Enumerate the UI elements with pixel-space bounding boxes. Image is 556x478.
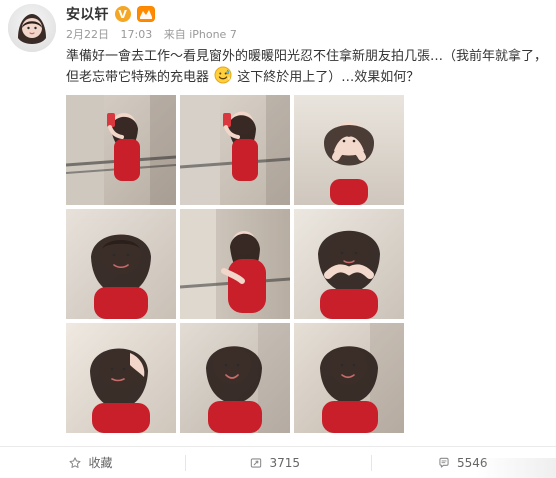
avatar-image: [8, 4, 56, 52]
photo-1-image: [66, 95, 176, 205]
watermark-fade: [476, 458, 556, 478]
sweat-smile-emoji: [214, 66, 232, 84]
photo-5[interactable]: [180, 209, 290, 319]
photo-7[interactable]: [66, 323, 176, 433]
author-name[interactable]: 安以轩: [66, 4, 109, 24]
post-source[interactable]: 来自 iPhone 7: [164, 28, 237, 41]
post-date: 2月22日: [66, 28, 109, 41]
star-outline-icon: [68, 456, 82, 470]
repost-icon: [249, 456, 263, 470]
post-text: 準備好一會去工作～看見窗外的暖暖阳光忍不住拿新朋友拍几張…（我前年就拿了，但老忘…: [66, 47, 550, 87]
photo-5-image: [180, 209, 290, 319]
comment-glyph: [439, 457, 449, 468]
photo-3-image: [294, 95, 404, 205]
image-grid: [66, 95, 404, 435]
repost-button[interactable]: 3715: [241, 452, 308, 474]
photo-2[interactable]: [180, 95, 290, 205]
photo-6-image: [294, 209, 404, 319]
level-badge-icon: [136, 6, 155, 22]
avatar[interactable]: [8, 4, 56, 52]
repost-glyph: [251, 457, 262, 468]
sweat-smile-icon: [214, 66, 232, 84]
favorite-button[interactable]: 收藏: [60, 452, 120, 474]
post-meta: 2月22日 17:03 来自 iPhone 7: [66, 26, 546, 42]
post-actions: 收藏 3715 5546: [0, 447, 556, 478]
photo-3[interactable]: [294, 95, 404, 205]
photo-4[interactable]: [66, 209, 176, 319]
level-badge-glyph: [139, 10, 152, 19]
weibo-post: 安以轩 V 2月22日 17:03 来自 iPhone 7 準備好一會去工作～看…: [0, 0, 556, 478]
photo-9-image: [294, 323, 404, 433]
author-row: 安以轩 V: [66, 5, 546, 23]
post-time: 17:03: [120, 28, 153, 41]
photo-6[interactable]: [294, 209, 404, 319]
favorite-label: 收藏: [88, 456, 113, 470]
photo-8[interactable]: [180, 323, 290, 433]
photo-9[interactable]: [294, 323, 404, 433]
photo-2-image: [180, 95, 290, 205]
photo-4-image: [66, 209, 176, 319]
post-text-part-2: 这下終於用上了）…效果如何？: [237, 70, 420, 85]
post-header: 安以轩 V 2月22日 17:03 来自 iPhone 7: [66, 5, 546, 43]
photo-7-image: [66, 323, 176, 433]
comment-icon: [437, 456, 451, 470]
photo-1[interactable]: [66, 95, 176, 205]
star-outline-glyph: [69, 456, 81, 468]
v-badge-icon: V: [114, 6, 131, 22]
repost-count: 3715: [269, 455, 300, 470]
v-badge-text: V: [118, 7, 127, 21]
photo-8-image: [180, 323, 290, 433]
